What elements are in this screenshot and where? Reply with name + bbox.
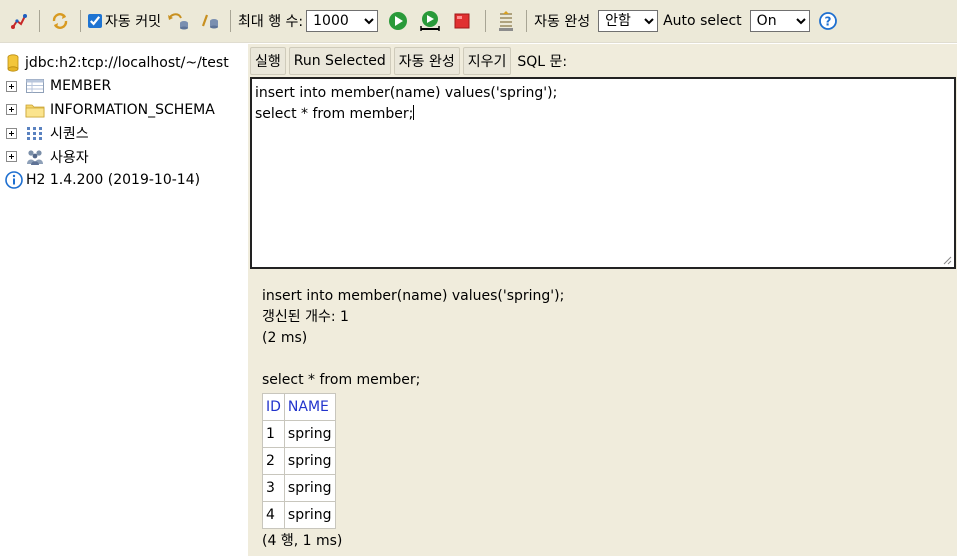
expand-icon[interactable] <box>6 151 17 163</box>
clear-button[interactable]: 지우기 <box>462 47 512 75</box>
table-cell: spring <box>283 501 336 529</box>
disconnect-icon[interactable] <box>8 10 30 32</box>
sequence-icon <box>26 126 44 141</box>
toolbar-separator <box>229 10 231 32</box>
auto-select-label: Auto select <box>663 13 742 29</box>
table-row: 1 spring <box>262 420 336 448</box>
object-tree: jdbc:h2:tcp://localhost/~/test MEMBER IN… <box>0 44 248 556</box>
run-selected-button[interactable]: Run Selected <box>288 47 391 75</box>
query-panel: 실행 Run Selected 자동 완성 지우기 SQL 문: insert … <box>248 44 957 556</box>
run-icon[interactable] <box>387 10 409 32</box>
result-statement: insert into member(name) values('spring'… <box>262 288 565 304</box>
version-text: H2 1.4.200 (2019-10-14) <box>26 172 201 189</box>
column-header-id[interactable]: ID <box>262 393 285 421</box>
result-update-count: 갱신된 개수: 1 <box>262 309 349 325</box>
table-header-row: ID NAME <box>262 393 336 421</box>
expand-icon[interactable] <box>6 127 17 139</box>
tree-item-member[interactable]: MEMBER <box>0 75 248 99</box>
table-cell: spring <box>283 420 336 448</box>
connection-url: jdbc:h2:tcp://localhost/~/test <box>25 54 229 71</box>
help-icon[interactable]: ? <box>817 10 839 32</box>
toolbar-separator <box>485 10 487 32</box>
refresh-icon[interactable] <box>49 10 71 32</box>
tree-item-information-schema[interactable]: INFORMATION_SCHEMA <box>0 98 248 122</box>
expand-icon[interactable] <box>6 104 17 116</box>
toolbar: 자동 커밋 최대 행 수: 1000 자동 완성 안함 Auto select … <box>0 0 957 43</box>
sql-editor[interactable]: insert into member(name) values('spring'… <box>250 77 956 269</box>
tree-item-users[interactable]: 사용자 <box>0 145 248 169</box>
editor-line: insert into member(name) values('spring'… <box>255 85 558 101</box>
auto-select-select[interactable]: On <box>749 10 810 32</box>
autocomplete-label: 자동 완성 <box>534 14 591 30</box>
table-cell: 4 <box>262 501 285 529</box>
history-icon[interactable] <box>495 10 517 32</box>
run-selected-icon[interactable] <box>419 10 441 32</box>
expand-icon[interactable] <box>6 80 17 92</box>
table-row: 2 spring <box>262 447 336 475</box>
toolbar-separator <box>526 10 528 32</box>
tree-connection[interactable]: jdbc:h2:tcp://localhost/~/test <box>0 51 248 75</box>
rollback-icon[interactable] <box>167 10 189 32</box>
autocomplete-select[interactable]: 안함 <box>598 10 659 32</box>
result-statement: select * from member; <box>262 372 421 388</box>
table-row: 3 spring <box>262 474 336 502</box>
tree-item-label: 사용자 <box>50 149 89 166</box>
tree-item-label: INFORMATION_SCHEMA <box>50 101 215 118</box>
result-time: (2 ms) <box>262 330 308 346</box>
tree-item-label: MEMBER <box>50 78 112 95</box>
column-header-name[interactable]: NAME <box>283 393 336 421</box>
svg-text:?: ? <box>824 15 831 29</box>
users-icon <box>26 148 44 166</box>
autocommit-label: 자동 커밋 <box>105 14 161 30</box>
table-cell: 3 <box>262 474 285 502</box>
info-icon <box>5 171 23 190</box>
toolbar-separator <box>39 10 40 32</box>
commit-icon[interactable] <box>199 10 221 32</box>
table-cell: 1 <box>262 420 285 448</box>
text-caret <box>413 105 415 120</box>
max-rows-select[interactable]: 1000 <box>306 10 379 32</box>
result-area: insert into member(name) values('spring'… <box>262 286 564 552</box>
tree-item-label: 시퀀스 <box>50 126 89 143</box>
stop-icon[interactable] <box>451 10 473 32</box>
table-icon <box>26 79 44 94</box>
result-summary: (4 행, 1 ms) <box>262 533 343 549</box>
run-button[interactable]: 실행 <box>250 47 286 75</box>
editor-line-cursor: select * from member; <box>255 104 951 125</box>
tree-version: H2 1.4.200 (2019-10-14) <box>0 169 248 193</box>
resize-grip-icon[interactable] <box>942 255 952 265</box>
tree-item-sequences[interactable]: 시퀀스 <box>0 122 248 146</box>
table-cell: 2 <box>262 447 285 475</box>
database-icon <box>7 54 19 72</box>
table-cell: spring <box>283 474 336 502</box>
table-row: 4 spring <box>262 501 336 529</box>
query-button-bar: 실행 Run Selected 자동 완성 지우기 SQL 문: <box>250 46 567 76</box>
editor-line: select * from member; <box>255 106 414 122</box>
max-rows-label: 최대 행 수: <box>237 14 304 30</box>
autocommit-checkbox[interactable] <box>88 14 102 28</box>
toolbar-separator <box>80 10 81 32</box>
sql-statement-label: SQL 문: <box>517 54 568 70</box>
table-cell: spring <box>283 447 336 475</box>
folder-icon <box>25 102 45 118</box>
result-table: ID NAME 1 spring 2 spring 3 spring 4 spr… <box>262 393 336 529</box>
autocomplete-button[interactable]: 자동 완성 <box>393 47 460 75</box>
